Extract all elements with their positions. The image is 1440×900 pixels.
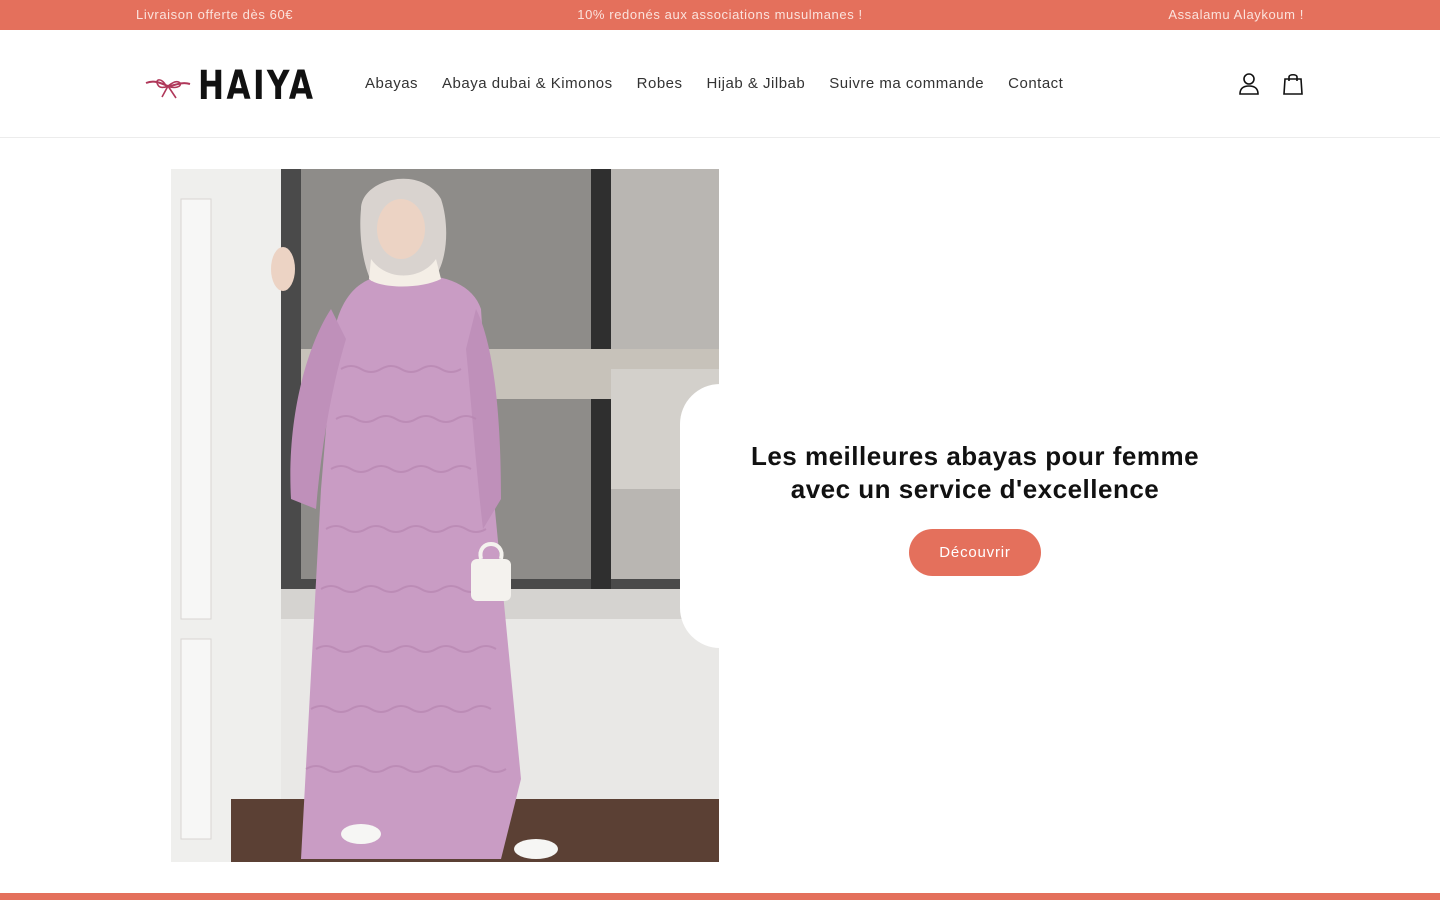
hero-content: Les meilleures abayas pour femme avec un… xyxy=(740,440,1210,576)
header-actions xyxy=(1238,72,1304,96)
hero-heading: Les meilleures abayas pour femme avec un… xyxy=(740,440,1210,506)
nav-suivre-commande[interactable]: Suivre ma commande xyxy=(829,75,984,92)
hero-image xyxy=(171,169,719,862)
nav-hijab-jilbab[interactable]: Hijab & Jilbab xyxy=(707,75,806,92)
hero-heading-line1: Les meilleures abayas pour femme xyxy=(750,441,1200,471)
footer-bar xyxy=(0,893,1440,900)
nav-abayas[interactable]: Abayas xyxy=(365,75,418,92)
hero-heading-line2: avec un service d'excellence xyxy=(790,474,1160,504)
logo[interactable]: HAIYA xyxy=(144,64,348,108)
site-header: HAIYA Abayas Abaya dubai & Kimonos Robes… xyxy=(0,30,1440,138)
announcement-right: Assalamu Alaykoum ! xyxy=(1168,7,1304,22)
nav-contact[interactable]: Contact xyxy=(1008,75,1063,92)
brand-wordmark: HAIYA xyxy=(198,63,316,109)
discover-button[interactable]: Découvrir xyxy=(909,529,1041,576)
main-nav: Abayas Abaya dubai & Kimonos Robes Hijab… xyxy=(365,75,1087,92)
nav-abaya-dubai-kimonos[interactable]: Abaya dubai & Kimonos xyxy=(442,75,613,92)
user-icon[interactable] xyxy=(1238,72,1260,96)
bow-icon xyxy=(144,71,192,101)
nav-robes[interactable]: Robes xyxy=(637,75,683,92)
announcement-bar: Livraison offerte dès 60€ 10% redonés au… xyxy=(0,0,1440,30)
shopping-bag-icon[interactable] xyxy=(1282,72,1304,96)
